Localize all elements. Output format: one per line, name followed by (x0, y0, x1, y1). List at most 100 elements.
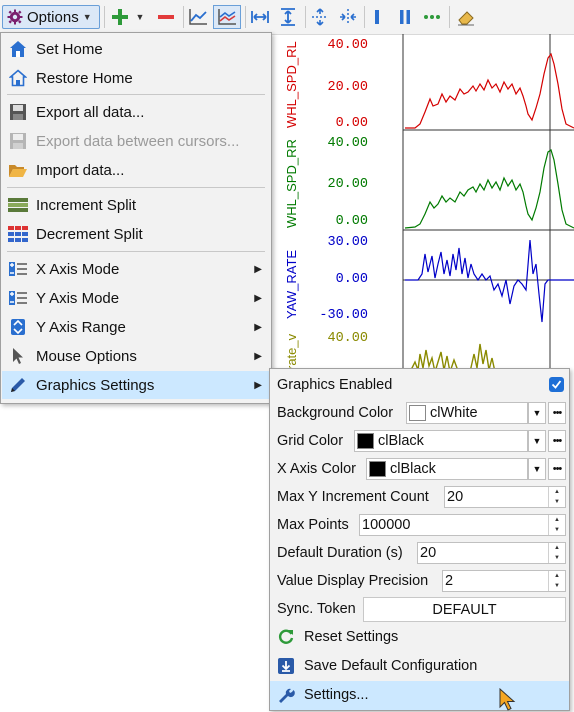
add-dropdown[interactable]: ▼ (134, 5, 146, 29)
double-bar-button[interactable] (394, 5, 416, 29)
save-default-configuration-item[interactable]: Save Default Configuration (270, 652, 569, 680)
fit-width-button[interactable] (248, 5, 272, 29)
chevron-right-icon: ▶ (254, 292, 262, 304)
ellipsis-icon: ••• (552, 463, 563, 475)
cursor-split-button[interactable] (308, 5, 332, 29)
spin-down-icon[interactable]: ▼ (549, 553, 565, 563)
options-menu: Set Home Restore Home Export all data...… (0, 32, 272, 404)
x-axis-mode-icon (8, 259, 28, 279)
download-icon (276, 656, 296, 676)
single-bar-button[interactable] (366, 5, 388, 29)
wrench-icon (276, 685, 296, 705)
menu-item-label: Y Axis Range (36, 318, 126, 336)
more-button[interactable] (420, 5, 444, 29)
max-points-row: Max Points 100000 ▲ ▼ (270, 511, 569, 539)
x-axis-color-label: X Axis Color (277, 461, 356, 477)
max-points-stepper[interactable]: 100000 ▲ ▼ (359, 514, 566, 536)
reset-settings-item[interactable]: Reset Settings (270, 623, 569, 651)
remove-icon (158, 15, 174, 19)
options-label: Options (27, 8, 79, 26)
spin-up-icon[interactable]: ▲ (549, 487, 565, 497)
fit-height-button[interactable] (276, 5, 300, 29)
options-button[interactable]: Options ▼ (2, 5, 100, 29)
plot-area[interactable]: WHL_SPD_RL 40.00 20.00 0.00 WHL_SPD_RR 4… (270, 34, 574, 374)
chevron-down-icon: ▼ (532, 408, 542, 418)
background-color-picker-button[interactable]: ••• (548, 402, 566, 424)
menu-item-label: Mouse Options (36, 347, 137, 365)
menu-item-label: Set Home (36, 40, 103, 58)
menu-item-increment-split[interactable]: Increment Split (2, 191, 270, 219)
graphics-enabled-row[interactable]: Graphics Enabled (270, 371, 569, 399)
multi-line-chart-button[interactable] (213, 5, 241, 29)
menu-item-x-axis-mode[interactable]: X Axis Mode ▶ (2, 255, 270, 283)
menu-item-export-all[interactable]: Export all data... (2, 98, 270, 126)
x-axis-color-picker-button[interactable]: ••• (548, 458, 566, 480)
pencil-icon (8, 375, 28, 395)
refresh-icon (276, 627, 296, 647)
cursor-merge-button[interactable] (336, 5, 360, 29)
color-swatch (409, 405, 426, 421)
background-color-dropdown[interactable]: ▼ (528, 402, 546, 424)
remove-button[interactable] (154, 5, 178, 29)
graphics-enabled-label: Graphics Enabled (277, 377, 393, 393)
menu-separator (7, 187, 265, 188)
grid-color-combo[interactable]: clBlack (354, 430, 528, 452)
grid-color-dropdown[interactable]: ▼ (528, 430, 546, 452)
spin-down-icon[interactable]: ▼ (549, 525, 565, 535)
x-axis-color-combo[interactable]: clBlack (366, 458, 528, 480)
x-axis-color-value: clBlack (390, 461, 436, 477)
plot-canvas (402, 132, 574, 234)
fit-height-icon (281, 8, 295, 26)
menu-item-export-between-cursors[interactable]: Export data between cursors... (2, 127, 270, 155)
value-precision-stepper[interactable]: 2 ▲ ▼ (442, 570, 566, 592)
grid-color-value: clBlack (378, 433, 424, 449)
menu-item-import[interactable]: Import data... (2, 156, 270, 184)
chevron-down-icon: ▼ (135, 12, 145, 22)
menu-item-label: Decrement Split (36, 225, 143, 243)
default-duration-value: 20 (420, 545, 437, 561)
save-default-configuration-label: Save Default Configuration (304, 658, 478, 674)
spin-up-icon[interactable]: ▲ (549, 543, 565, 553)
x-axis-color-row: X Axis Color clBlack ▼ ••• (270, 455, 569, 483)
cursor-split-icon (312, 8, 328, 26)
plot-whl-spd-rr[interactable]: WHL_SPD_RR 40.00 20.00 0.00 (270, 132, 574, 234)
menu-item-mouse-options[interactable]: Mouse Options ▶ (2, 342, 270, 370)
ellipsis-icon: ••• (552, 435, 563, 447)
background-color-combo[interactable]: clWhite (406, 402, 528, 424)
grid-color-label: Grid Color (277, 433, 344, 449)
x-axis-color-dropdown[interactable]: ▼ (528, 458, 546, 480)
max-y-increment-stepper[interactable]: 20 ▲ ▼ (444, 486, 566, 508)
settings-item[interactable]: Settings... (270, 681, 569, 710)
graphics-enabled-checkbox[interactable] (549, 377, 564, 392)
plot-yaw-rate[interactable]: YAW_RATE 30.00 0.00 -30.00 (270, 234, 574, 332)
max-y-increment-label: Max Y Increment Count (277, 489, 429, 505)
color-swatch (369, 461, 386, 477)
grid-color-picker-button[interactable]: ••• (548, 430, 566, 452)
default-duration-stepper[interactable]: 20 ▲ ▼ (417, 542, 566, 564)
menu-item-decrement-split[interactable]: Decrement Split (2, 220, 270, 248)
spin-down-icon[interactable]: ▼ (549, 581, 565, 591)
spin-down-icon[interactable]: ▼ (549, 497, 565, 507)
line-chart-button[interactable] (186, 5, 210, 29)
menu-item-restore-home[interactable]: Restore Home (2, 64, 270, 92)
settings-label: Settings... (304, 687, 369, 703)
add-button[interactable] (108, 5, 132, 29)
fit-width-icon (251, 11, 269, 23)
sync-token-field[interactable]: DEFAULT (363, 597, 566, 622)
max-points-label: Max Points (277, 517, 349, 533)
eraser-button[interactable] (454, 5, 478, 29)
chevron-right-icon: ▶ (254, 379, 262, 391)
grid-color-row: Grid Color clBlack ▼ ••• (270, 427, 569, 455)
sync-token-label: Sync. Token (277, 601, 356, 617)
menu-item-y-axis-mode[interactable]: Y Axis Mode ▶ (2, 284, 270, 312)
plot-whl-spd-rl[interactable]: WHL_SPD_RL 40.00 20.00 0.00 (270, 34, 574, 132)
spin-up-icon[interactable]: ▲ (549, 515, 565, 525)
spin-up-icon[interactable]: ▲ (549, 571, 565, 581)
menu-item-y-axis-range[interactable]: Y Axis Range ▶ (2, 313, 270, 341)
reset-settings-label: Reset Settings (304, 629, 399, 645)
menu-separator (7, 94, 265, 95)
menu-item-graphics-settings[interactable]: Graphics Settings ▶ (2, 371, 270, 399)
menu-item-set-home[interactable]: Set Home (2, 35, 270, 63)
mouse-cursor-icon (499, 688, 516, 711)
chevron-down-icon: ▼ (532, 464, 542, 474)
